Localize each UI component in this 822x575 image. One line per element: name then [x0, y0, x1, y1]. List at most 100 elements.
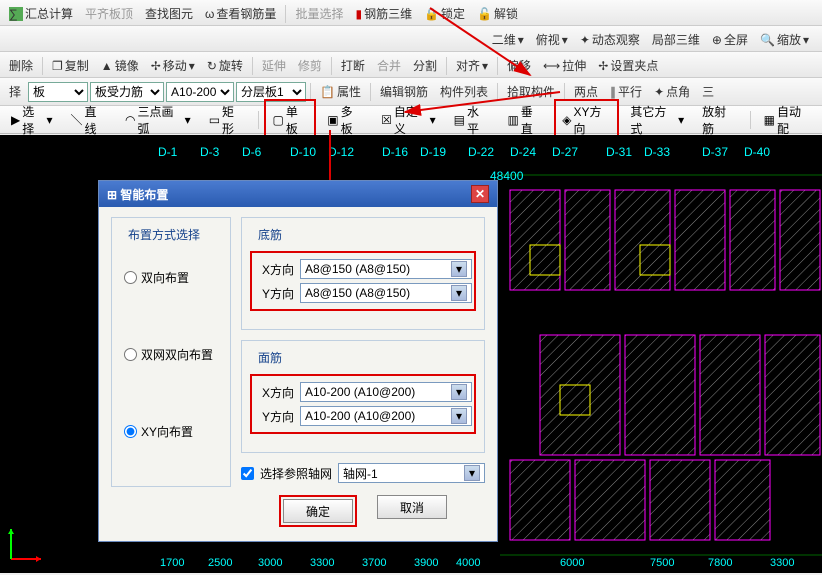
top-y-combo[interactable]: A10-200 (A10@200)▾: [300, 406, 472, 426]
rebar-spec-select[interactable]: A10-200: [166, 82, 234, 102]
2d-button[interactable]: 二维 ▾: [487, 28, 529, 51]
radio-xy-label: XY向布置: [141, 423, 193, 440]
axis-d1: D-1: [158, 145, 177, 159]
ok-button[interactable]: 确定: [283, 499, 353, 523]
align-board-button[interactable]: 平齐板顶: [80, 2, 138, 25]
axis-d27: D-27: [552, 145, 578, 159]
bottom-y-label: Y方向: [254, 285, 294, 302]
trim-button[interactable]: 修剪: [293, 54, 327, 77]
dim-b-3: 3300: [310, 557, 334, 569]
auto-opt[interactable]: ▦ 自动配: [757, 100, 818, 140]
chevron-down-icon[interactable]: ▾: [451, 261, 467, 277]
board-select[interactable]: 板: [28, 82, 88, 102]
chevron-down-icon[interactable]: ▾: [464, 465, 480, 481]
dim-b-7: 6000: [560, 557, 584, 569]
smart-layout-dialog: ⊞ 智能布置 ✕ 布置方式选择 双向布置 双网双向布置 XY向布置: [98, 180, 498, 542]
grip-button[interactable]: ✢ 设置夹点: [593, 54, 663, 77]
radial-opt[interactable]: 放射筋: [695, 100, 744, 140]
chevron-down-icon[interactable]: ▾: [451, 384, 467, 400]
axis-d22: D-22: [468, 145, 494, 159]
cancel-button[interactable]: 取消: [377, 495, 447, 519]
top-x-combo[interactable]: A10-200 (A10@200)▾: [300, 382, 472, 402]
radio-xy-input[interactable]: [124, 425, 137, 438]
bottom-y-combo[interactable]: A8@150 (A8@150)▾: [300, 283, 472, 303]
axis-d24: D-24: [510, 145, 536, 159]
dim-b-0: 1700: [160, 557, 184, 569]
delete-button[interactable]: 删除: [4, 54, 38, 77]
dialog-titlebar[interactable]: ⊞ 智能布置 ✕: [99, 181, 497, 207]
radio-bidir-label: 双向布置: [141, 269, 189, 286]
radio-dblnet-input[interactable]: [124, 348, 137, 361]
fullscreen-button[interactable]: ⊕ 全屏: [707, 28, 753, 51]
view-rebar-button[interactable]: ω 查看钢筋量: [200, 2, 281, 25]
copy-button[interactable]: ❐ 复制: [47, 54, 94, 77]
zoom-button[interactable]: 🔍 缩放 ▾: [755, 28, 814, 51]
rebar-3d-button[interactable]: ▮钢筋三维: [350, 2, 417, 25]
horiz-opt[interactable]: ▤ 水平: [447, 100, 497, 140]
rotate-button[interactable]: ↻ 旋转: [202, 54, 248, 77]
chevron-down-icon[interactable]: ▾: [451, 408, 467, 424]
dim-b-10: 3300: [770, 557, 794, 569]
radio-double-net[interactable]: 双网双向布置: [124, 346, 218, 363]
merge-button[interactable]: 合并: [372, 54, 406, 77]
dim-b-2: 3000: [258, 557, 282, 569]
ref-grid-checkbox[interactable]: [241, 467, 254, 480]
ref-grid-label: 选择参照轴网: [260, 465, 332, 482]
split-button[interactable]: 分割: [408, 54, 442, 77]
top-view-button[interactable]: 俯视 ▾: [531, 28, 573, 51]
find-elem-button[interactable]: 查找图元: [140, 2, 198, 25]
offset-button[interactable]: 偏移: [502, 54, 536, 77]
stretch-button[interactable]: ⟷ 拉伸: [538, 54, 591, 77]
break-button[interactable]: 打断: [336, 54, 370, 77]
dialog-title-text: ⊞ 智能布置: [107, 186, 168, 203]
axis-d19: D-19: [420, 145, 446, 159]
axis-d3: D-3: [200, 145, 219, 159]
dim-b-6: 4000: [456, 557, 480, 569]
toolbar-main-1: ∑汇总计算 平齐板顶 查找图元 ω 查看钢筋量 批量选择 ▮钢筋三维 🔒锁定 🔓…: [0, 0, 822, 26]
batch-select-button[interactable]: 批量选择: [290, 2, 348, 25]
move-button[interactable]: ✢ 移动 ▾: [146, 54, 200, 77]
axis-d40: D-40: [744, 145, 770, 159]
radio-dblnet-label: 双网双向布置: [141, 346, 213, 363]
vert-opt[interactable]: ▥ 垂直: [500, 100, 550, 140]
toolbar-draw-options: ▶ 选择 ▾ ＼ 直线 ◠ 三点画弧 ▾ ▭ 矩形 ▢ 单板 ▣ 多板 ☒ 自定…: [0, 106, 822, 134]
axis-d33: D-33: [644, 145, 670, 159]
top-rebar-title: 面筋: [254, 349, 286, 366]
ref-grid-combo[interactable]: 轴网-1▾: [338, 463, 485, 483]
multi-board-opt[interactable]: ▣ 多板: [320, 100, 370, 140]
toolbar-view: 二维 ▾ 俯视 ▾ ✦ 动态观察 局部三维 ⊕ 全屏 🔍 缩放 ▾: [0, 26, 822, 52]
dim-b-9: 7800: [708, 557, 732, 569]
dialog-close-button[interactable]: ✕: [471, 185, 489, 203]
dim-b-4: 3700: [362, 557, 386, 569]
unlock-button[interactable]: 🔓解锁: [472, 2, 523, 25]
mirror-button[interactable]: ▲ 镜像: [96, 54, 144, 77]
dim-b-1: 2500: [208, 557, 232, 569]
axis-d6: D-6: [242, 145, 261, 159]
radio-bidir-input[interactable]: [124, 271, 137, 284]
dynamic-view-button[interactable]: ✦ 动态观察: [575, 28, 645, 51]
board-rebar-select[interactable]: 板受力筋: [90, 82, 164, 102]
select-opt[interactable]: ▶ 选择 ▾: [4, 100, 60, 140]
dim-b-8: 7500: [650, 557, 674, 569]
bottom-x-combo[interactable]: A8@150 (A8@150)▾: [300, 259, 472, 279]
lock-button[interactable]: 🔒锁定: [419, 2, 470, 25]
other-opt[interactable]: 其它方式 ▾: [623, 100, 691, 140]
dim-b-5: 3900: [414, 557, 438, 569]
local-3d-button[interactable]: 局部三维: [647, 28, 705, 51]
axis-d16: D-16: [382, 145, 408, 159]
radio-bidirectional[interactable]: 双向布置: [124, 269, 218, 286]
line-opt[interactable]: ＼ 直线: [64, 100, 114, 140]
bottom-rebar-title: 底筋: [254, 226, 286, 243]
arc-opt[interactable]: ◠ 三点画弧 ▾: [118, 100, 198, 140]
top-y-label: Y方向: [254, 408, 294, 425]
ucs-icon: [6, 524, 46, 567]
chevron-down-icon[interactable]: ▾: [451, 285, 467, 301]
align-button[interactable]: 对齐 ▾: [451, 54, 493, 77]
radio-xy[interactable]: XY向布置: [124, 423, 218, 440]
rect-opt[interactable]: ▭ 矩形: [202, 100, 252, 140]
top-x-label: X方向: [254, 384, 294, 401]
extend-button[interactable]: 延伸: [257, 54, 291, 77]
toolbar-edit: 删除 ❐ 复制 ▲ 镜像 ✢ 移动 ▾ ↻ 旋转 延伸 修剪 打断 合并 分割 …: [0, 52, 822, 78]
calc-button[interactable]: ∑汇总计算: [4, 2, 78, 25]
custom-opt[interactable]: ☒ 自定义 ▾: [374, 100, 442, 140]
